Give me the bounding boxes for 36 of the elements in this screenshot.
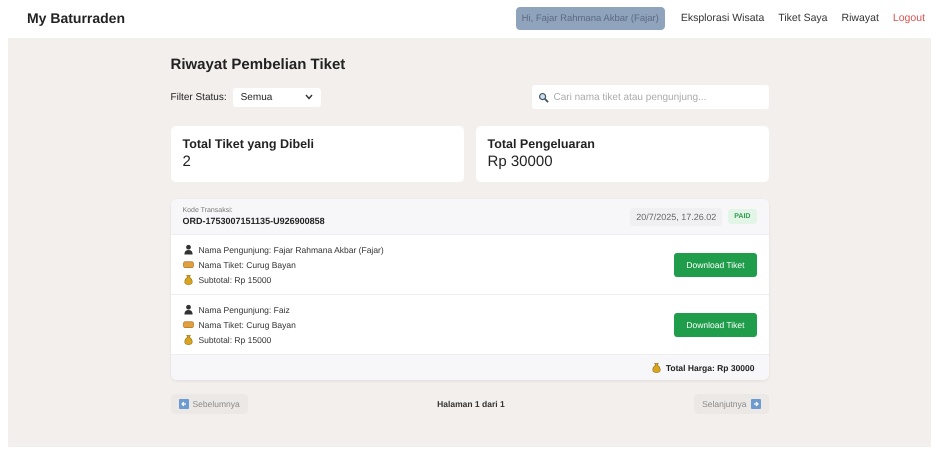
nav-link[interactable]: Eksplorasi Wisata [674,6,770,30]
money-bag-icon [650,362,662,373]
download-button[interactable]: Download Tiket [674,252,756,276]
stat-label: Total Pengeluaran [488,137,596,151]
nav-link[interactable]: Riwayat [836,6,885,30]
ticket-name: Nama Tiket: Curug Bayan [198,320,296,330]
subtotal-text: Subtotal: Rp 15000 [198,274,272,284]
ticket-name: Nama Tiket: Curug Bayan [198,260,296,270]
left-arrow-icon [178,399,188,409]
page-indicator: Halaman 1 dari 1 [437,399,505,409]
page-title: Riwayat Pembelian Tiket [170,56,346,73]
stat-label: Total Tiket yang Dibeli [182,137,316,151]
chevron-down-icon [304,94,313,100]
person-icon [182,244,194,255]
brand-title[interactable]: My Baturraden [27,10,516,26]
stat-value: Rp 30000 [488,153,554,170]
visitor-name: Nama Pengunjung: Faiz [198,304,290,314]
ticket-icon [182,319,194,330]
visitor-name: Nama Pengunjung: Fajar Rahmana Akbar (Fajar) [198,244,384,254]
transaction-date: 20/7/2025, 17.26.02 [630,208,722,226]
filter-label: Filter Status: [170,92,227,102]
nav-link[interactable]: Tiket Saya [772,6,834,30]
right-arrow-icon [750,399,760,409]
total-price: Total Harga: Rp 30000 [666,362,754,372]
logout-link[interactable]: Logout [886,6,931,30]
subtotal-text: Subtotal: Rp 15000 [198,334,272,344]
transaction-code: ORD-1753007151135-U926900858 [182,216,326,226]
person-icon [182,304,194,315]
download-button[interactable]: Download Tiket [674,312,756,336]
search-field[interactable]: Cari nama tiket atau pengunjung... [532,85,768,109]
status-select[interactable]: Semua [232,88,321,106]
money-bag-icon [182,334,194,345]
user-greeting[interactable]: Hi, Fajar Rahmana Akbar (Fajar) [516,6,665,30]
ticket-icon [182,259,194,270]
stat-value: 2 [182,153,192,170]
money-bag-icon [182,274,194,285]
